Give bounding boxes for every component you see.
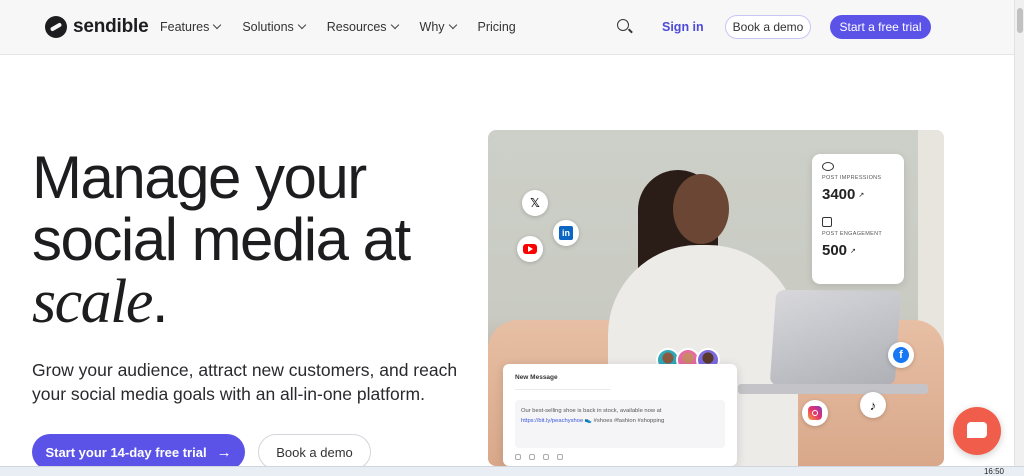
chevron-down-icon [297,20,307,30]
message-tags: 👟 #shoes #fashion #shopping [584,418,665,424]
engagement-icon [822,217,832,227]
arrow-right-icon: → [216,443,232,461]
sign-in-link[interactable]: Sign in [662,20,704,34]
os-taskbar: 16:50 [0,466,1024,476]
instagram-icon [802,400,828,426]
headline-line-1: Manage your [32,144,367,211]
menu-label: Resources [326,20,387,34]
stats-card: POST IMPRESSIONS 3400 ↗ POST ENGAGEMENT 5… [812,154,904,284]
menu-label: Why [419,20,445,34]
headline-italic-word: scale [32,268,153,336]
menu-features[interactable]: Features [160,20,222,34]
impressions-label: POST IMPRESSIONS [822,175,882,181]
engagement-label: POST ENGAGEMENT [822,231,883,237]
eye-icon [822,162,834,171]
scrollbar-thumb[interactable] [1017,8,1023,33]
attach-icon [515,454,521,460]
hero-headline: Manage your social media at scale. [32,144,411,334]
message-toolbar [515,454,725,460]
main-menu: Features Solutions Resources Why Pricing [160,20,516,34]
impressions-value: 3400 ↗ [822,186,894,203]
photo-face [673,174,729,244]
book-demo-cta-button[interactable]: Book a demo [258,434,371,470]
sendible-logo-icon [45,16,67,38]
menu-label: Features [160,20,210,34]
hero-subtext: Grow your audience, attract new customer… [32,360,458,404]
headline-line-3: scale. [32,271,410,334]
x-twitter-icon: 𝕏 [522,190,548,216]
trend-up-icon: ↗ [858,191,865,199]
laptop-base [738,384,928,394]
headline-line-2: social media at [32,206,411,273]
menu-pricing[interactable]: Pricing [478,20,516,34]
cta-label: Start your 14-day free trial [45,444,207,460]
message-text: Our best-selling shoe is back in stock, … [521,408,662,414]
engagement-number: 500 [822,242,848,259]
image-icon [543,454,549,460]
impressions-number: 3400 [822,186,856,203]
start-free-trial-button[interactable]: Start a free trial [830,15,931,39]
youtube-icon [517,236,543,262]
start-trial-cta-button[interactable]: Start your 14-day free trial → [32,434,245,470]
brand-name: sendible [73,16,149,37]
facebook-icon: f [888,342,914,368]
menu-label: Pricing [477,20,516,34]
menu-solutions[interactable]: Solutions [242,20,307,34]
trend-up-icon: ↗ [850,247,856,255]
brand-logo[interactable]: sendible [45,16,149,38]
menu-why[interactable]: Why [419,20,457,34]
taskbar-clock: 16:50 [983,467,1004,476]
linkedin-icon: in [553,220,579,246]
top-nav: sendible Features Solutions Resources Wh… [0,0,1014,55]
book-demo-button[interactable]: Book a demo [725,15,811,39]
chevron-down-icon [213,20,222,30]
search-icon[interactable] [617,19,629,31]
chevron-down-icon [390,20,399,30]
chat-widget-button[interactable] [953,407,1001,455]
menu-label: Solutions [242,20,294,34]
message-body: Our best-selling shoe is back in stock, … [515,400,725,448]
chevron-down-icon [448,20,457,30]
headline-period: . [151,268,169,335]
menu-resources[interactable]: Resources [326,20,399,34]
new-message-card: New Message Our best-selling shoe is bac… [503,364,737,466]
engagement-value: 500 ↗ [822,242,894,259]
laptop-illustration [769,290,902,385]
link-icon [557,454,563,460]
emoji-icon [529,454,535,460]
message-link: https://bit.ly/peachyshoe [521,418,584,424]
message-title: New Message [515,374,558,381]
page-scrollbar[interactable] [1014,0,1024,466]
tiktok-icon: ♪ [860,392,886,418]
